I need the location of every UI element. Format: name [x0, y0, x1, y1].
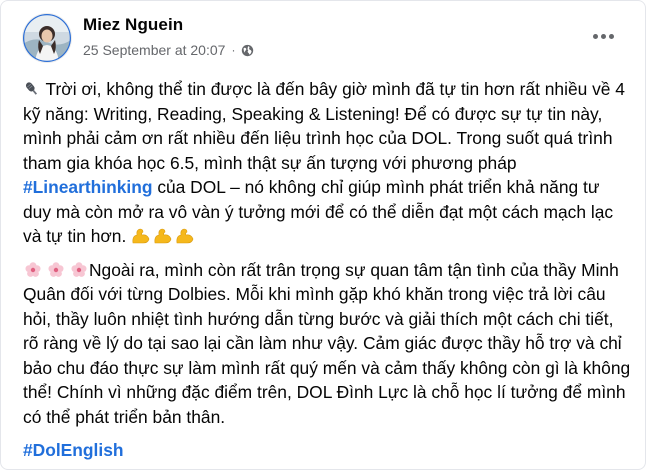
paragraph-1-text-a: Trời ơi, không thể tin được là đến bây g…: [23, 79, 625, 173]
post-content: Trời ơi, không thể tin được là đến bây g…: [23, 77, 631, 472]
post-meta: 25 September at 20:07 ·: [83, 42, 254, 58]
meta-separator: ·: [231, 43, 236, 57]
post-paragraph-3: #DolEnglish: [23, 438, 631, 463]
post-timestamp[interactable]: 25 September at 20:07: [83, 42, 225, 58]
paragraph-2-text: Ngoài ra, mình còn rất trân trọng sự qua…: [23, 259, 631, 427]
post-paragraph-2: Ngoài ra, mình còn rất trân trọng sự qua…: [23, 258, 631, 430]
post-paragraph-1: Trời ơi, không thể tin được là đến bây g…: [23, 77, 631, 249]
author-avatar[interactable]: [23, 14, 71, 62]
more-horizontal-icon: [592, 33, 598, 39]
hashtag-linearthinking[interactable]: #Linearthinking: [23, 177, 152, 197]
hashtag-dolenglish[interactable]: #DolEnglish: [23, 440, 124, 460]
author-name[interactable]: Miez Nguein: [83, 15, 183, 35]
microphone-emoji: [23, 80, 41, 98]
flexed-biceps-emoji: [131, 227, 197, 245]
cherry-blossom-emoji: [23, 261, 89, 279]
post-header: Miez Nguein 25 September at 20:07 ·: [23, 12, 631, 62]
globe-icon[interactable]: [241, 44, 254, 57]
facebook-post: Miez Nguein 25 September at 20:07 · Trời…: [0, 0, 646, 470]
more-options-button[interactable]: [591, 26, 615, 46]
